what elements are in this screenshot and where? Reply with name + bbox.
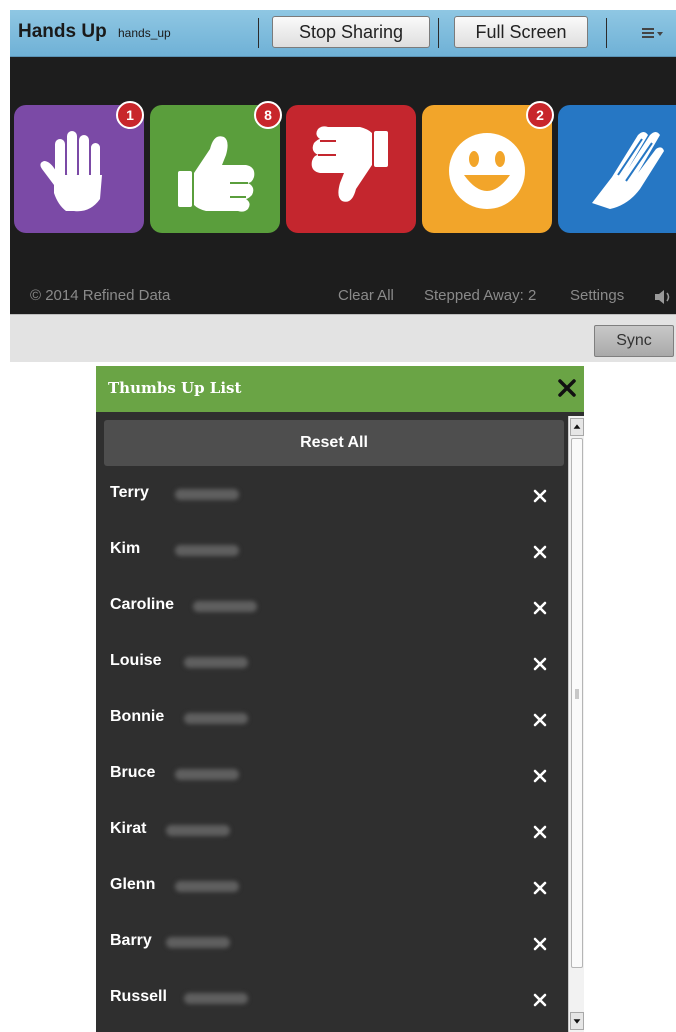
list-item-name: Bruce [110, 764, 156, 781]
reset-all-button[interactable]: Reset All [104, 420, 564, 466]
pod-bottom-bar: Sync [10, 314, 676, 362]
remove-x-icon [533, 713, 547, 727]
redacted-surname [175, 489, 239, 500]
remove-item-button[interactable] [530, 822, 550, 842]
list-item-name: Kirat [110, 820, 147, 837]
stop-sharing-button[interactable]: Stop Sharing [272, 16, 430, 48]
list-scrollbar[interactable] [568, 416, 584, 1032]
remove-item-button[interactable] [530, 990, 550, 1010]
app-title: Hands Up [18, 21, 107, 42]
redacted-surname [175, 881, 239, 892]
stepped-away-status: Stepped Away: 2 [424, 287, 537, 304]
list-item: Russell [96, 978, 568, 1032]
thumbs-up-list-panel: Thumbs Up List Reset All Terry Kim Carolin… [96, 366, 584, 1032]
scroll-down-button[interactable] [570, 1012, 584, 1030]
copyright-text: © 2014 Refined Data [30, 287, 171, 304]
remove-item-button[interactable] [530, 710, 550, 730]
list-item-name: Russell [110, 988, 167, 1005]
list-item-name: Kim [110, 540, 141, 557]
remove-x-icon [533, 601, 547, 615]
list-item: Barry [96, 922, 568, 978]
clapping-hands-icon [592, 132, 664, 209]
remove-x-icon [533, 489, 547, 503]
hands-up-pod: Hands Up hands_up Stop Sharing Full Scre… [10, 10, 676, 362]
list-item-name: Caroline [110, 596, 175, 613]
clear-all-link[interactable]: Clear All [338, 287, 394, 304]
list-item-name: Louise [110, 652, 162, 669]
list-header: Thumbs Up List [96, 366, 584, 412]
remove-x-icon [533, 769, 547, 783]
app-subtitle: hands_up [118, 26, 171, 40]
remove-item-button[interactable] [530, 934, 550, 954]
remove-item-button[interactable] [530, 878, 550, 898]
redacted-surname [166, 825, 230, 836]
remove-item-button[interactable] [530, 766, 550, 786]
list-item: Terry [96, 474, 568, 530]
list-item-name: Bonnie [110, 708, 165, 725]
menu-lines-icon[interactable] [642, 24, 664, 42]
redacted-surname [193, 601, 257, 612]
thumbs-down-icon [311, 126, 388, 202]
close-icon[interactable] [554, 375, 580, 401]
list-item: Glenn [96, 866, 568, 922]
settings-link[interactable]: Settings [570, 287, 624, 304]
titlebar-divider [606, 18, 607, 48]
hand-raise-count-badge: 1 [116, 101, 144, 129]
list-item: Kim [96, 530, 568, 586]
remove-item-button[interactable] [530, 542, 550, 562]
scrollbar-thumb[interactable] [571, 438, 583, 968]
sync-button[interactable]: Sync [594, 325, 674, 357]
remove-x-icon [533, 545, 547, 559]
full-screen-button[interactable]: Full Screen [454, 16, 588, 48]
remove-item-button[interactable] [530, 486, 550, 506]
list-item: Bruce [96, 754, 568, 810]
list-item: Bonnie [96, 698, 568, 754]
scroll-up-button[interactable] [570, 418, 584, 436]
redacted-surname [184, 657, 248, 668]
scrollbar-grip [575, 689, 579, 699]
redacted-surname [184, 993, 248, 1004]
arrow-up-icon [573, 424, 581, 429]
remove-x-icon [533, 937, 547, 951]
thumbs-up-count-badge: 8 [254, 101, 282, 129]
list-item: Caroline [96, 586, 568, 642]
list-item-name: Terry [110, 484, 149, 501]
remove-x-icon [533, 993, 547, 1007]
remove-item-button[interactable] [530, 598, 550, 618]
list-item-name: Glenn [110, 876, 156, 893]
redacted-surname [175, 545, 239, 556]
list-item-name: Barry [110, 932, 152, 949]
remove-x-icon [533, 881, 547, 895]
list-item: Louise [96, 642, 568, 698]
arrow-down-icon [573, 1019, 581, 1024]
reaction-tile-applause[interactable] [558, 105, 676, 233]
pod-titlebar: Hands Up hands_up Stop Sharing Full Scre… [10, 10, 676, 57]
remove-x-icon [533, 657, 547, 671]
list-item: Kirat [96, 810, 568, 866]
reaction-tile-smile[interactable]: 2 [422, 101, 554, 233]
remove-item-button[interactable] [530, 654, 550, 674]
reaction-tile-thumbs-down[interactable] [286, 105, 416, 233]
redacted-surname [166, 937, 230, 948]
redacted-surname [175, 769, 239, 780]
titlebar-divider [258, 18, 259, 48]
smile-count-badge: 2 [526, 101, 554, 129]
reaction-stage: 1 8 2 © 2014 Refined Data Clear All Step… [10, 57, 676, 314]
titlebar-divider [438, 18, 439, 48]
reaction-tile-hand-raise[interactable]: 1 [14, 101, 144, 233]
reaction-tile-thumbs-up[interactable]: 8 [150, 101, 282, 233]
speaker-icon[interactable] [653, 289, 673, 305]
remove-x-icon [533, 825, 547, 839]
redacted-surname [184, 713, 248, 724]
list-title: Thumbs Up List [108, 379, 242, 397]
